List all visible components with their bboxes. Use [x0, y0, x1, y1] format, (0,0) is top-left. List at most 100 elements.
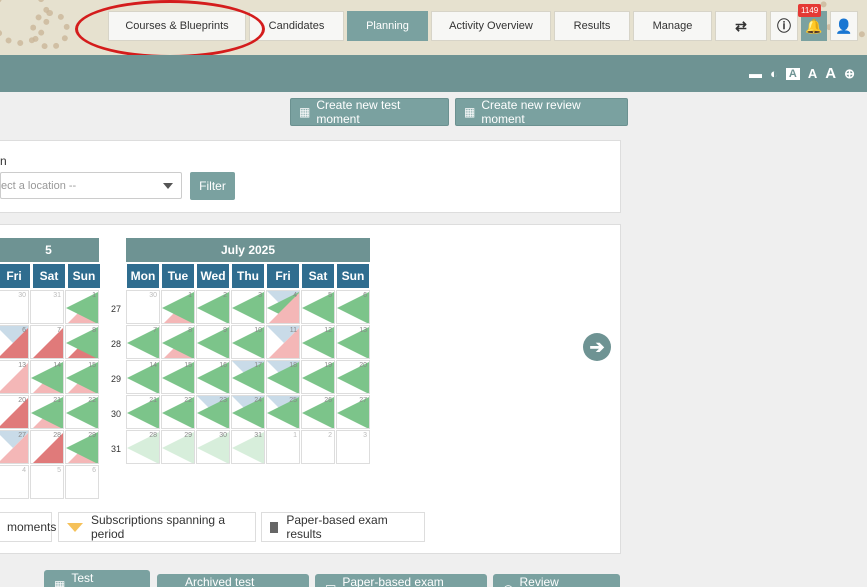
legend-label: Paper-based exam results — [286, 513, 388, 541]
font-large-icon[interactable]: A — [825, 65, 836, 82]
calendar-day-cell[interactable]: 5 — [301, 290, 335, 324]
calendar-day-cell[interactable]: 21 — [126, 395, 160, 429]
legend-label: Subscriptions spanning a period — [91, 513, 226, 541]
calendar-day-cell[interactable]: 9 — [196, 325, 230, 359]
day-number: 14 — [149, 362, 157, 369]
button-label: Create new test moment — [316, 98, 401, 126]
calendar-day-cell[interactable]: 31 — [231, 430, 265, 464]
tab-manage[interactable]: Manage — [633, 11, 712, 41]
calendar-day-cell[interactable]: 10 — [231, 325, 265, 359]
day-header: Fri — [0, 263, 31, 289]
calendar-day-cell[interactable]: 1 — [266, 430, 300, 464]
calendar-day-cell[interactable]: 17 — [231, 360, 265, 394]
calendar-day-cell[interactable]: 13 — [336, 325, 370, 359]
calendar-day-cell[interactable]: 15 — [65, 360, 99, 394]
day-number: 12 — [324, 327, 332, 334]
calendar-day-cell[interactable]: 19 — [301, 360, 335, 394]
tab-label: Test moments — [71, 571, 120, 587]
calendar-day-cell[interactable]: 11 — [266, 325, 300, 359]
calendar-day-cell[interactable]: 4 — [266, 290, 300, 324]
calendar-day-cell[interactable]: 22 — [161, 395, 195, 429]
tab-paper-based-results[interactable]: ▤ Paper-based exam results — [315, 574, 487, 587]
calendar-day-cell[interactable]: 20 — [0, 395, 29, 429]
day-header: Sat — [301, 263, 335, 289]
week-number: 27 — [111, 304, 122, 314]
select-placeholder: ect a location -- — [1, 179, 77, 192]
calendar-day-cell[interactable]: 6 — [336, 290, 370, 324]
calendar-day-cell[interactable]: 12 — [301, 325, 335, 359]
day-number: 16 — [219, 362, 227, 369]
calendar-day-cell[interactable]: 30 — [126, 290, 160, 324]
calendar-day-cell[interactable]: 28 — [126, 430, 160, 464]
legend-paper: Paper-based exam results — [261, 512, 425, 542]
tab-results[interactable]: Results — [554, 11, 630, 41]
create-test-moment-button[interactable]: ▦ Create new test moment — [290, 98, 449, 126]
day-number: 6 — [363, 292, 367, 299]
calendar-day-cell[interactable]: 13 — [0, 360, 29, 394]
filter-button[interactable]: Filter — [190, 172, 235, 200]
calendar-day-cell[interactable]: 7 — [126, 325, 160, 359]
legend-label: moments — [7, 520, 57, 534]
font-medium-icon[interactable]: A — [808, 66, 817, 81]
calendar-day-cell[interactable]: 4 — [0, 465, 29, 499]
calendar-day-cell[interactable]: 29 — [65, 430, 99, 464]
week-number: 31 — [111, 444, 122, 454]
calendar-day-cell[interactable]: 22 — [65, 395, 99, 429]
day-number: 29 — [88, 432, 96, 439]
tab-review-moments[interactable]: ◉ Review moments — [493, 574, 620, 587]
day-number: 13 — [359, 327, 367, 334]
calendar-day-cell[interactable]: 23 — [196, 395, 230, 429]
contrast-icon[interactable]: ◐ — [770, 66, 778, 81]
user-icon[interactable]: 👤 — [830, 11, 858, 41]
tab-archived-test-moments[interactable]: ▬ Archived test moments — [157, 574, 309, 587]
calendar-day-cell[interactable]: 24 — [231, 395, 265, 429]
calendar-day-cell[interactable]: 15 — [161, 360, 195, 394]
calendar-day-cell[interactable]: 3 — [231, 290, 265, 324]
calendar-day-cell[interactable]: 25 — [266, 395, 300, 429]
calendar-day-cell[interactable]: 31 — [30, 290, 64, 324]
calendar-day-cell[interactable]: 21 — [30, 395, 64, 429]
calendar-day-cell[interactable]: 26 — [301, 395, 335, 429]
day-number: 30 — [18, 292, 26, 299]
calendar-day-cell[interactable]: 20 — [336, 360, 370, 394]
location-select[interactable]: ect a location -- — [0, 172, 182, 199]
calendar-day-cell[interactable]: 1 — [65, 290, 99, 324]
laptop-icon[interactable]: ▬ — [749, 66, 762, 81]
day-number: 7 — [57, 327, 61, 334]
next-month-arrow-icon[interactable]: ➔ — [583, 333, 611, 361]
tab-test-moments[interactable]: ▦ Test moments — [44, 570, 150, 587]
calendar-day-cell[interactable]: 8 — [161, 325, 195, 359]
calendar-day-cell[interactable]: 7 — [30, 325, 64, 359]
calendar-day-cell[interactable]: 29 — [161, 430, 195, 464]
week-number: 30 — [111, 409, 122, 419]
calendar-day-cell[interactable]: 30 — [0, 290, 29, 324]
font-small-icon[interactable]: A — [785, 67, 800, 80]
calendar-day-cell[interactable]: 2 — [301, 430, 335, 464]
calendar-day-cell[interactable]: 27 — [336, 395, 370, 429]
calendar-day-cell[interactable]: 6 — [0, 325, 29, 359]
calendar-day-cell[interactable]: 2 — [196, 290, 230, 324]
calendar-day-cell[interactable]: 5 — [30, 465, 64, 499]
globe-icon[interactable]: ⊕ — [844, 66, 855, 82]
switch-icon[interactable]: ⇄ — [715, 11, 767, 41]
calendar-day-cell[interactable]: 6 — [65, 465, 99, 499]
legend-spanning: Subscriptions spanning a period — [58, 512, 256, 542]
calendar-day-cell[interactable]: 16 — [196, 360, 230, 394]
calendar-day-cell[interactable]: 28 — [30, 430, 64, 464]
calendar-day-cell[interactable]: 8 — [65, 325, 99, 359]
calendar-day-cell[interactable]: 18 — [266, 360, 300, 394]
calendar-day-cell[interactable]: 27 — [0, 430, 29, 464]
calendar-icon: ▦ — [299, 105, 311, 119]
calendar-day-cell[interactable]: 14 — [126, 360, 160, 394]
day-number: 26 — [324, 397, 332, 404]
day-number: 4 — [293, 292, 297, 299]
day-header: Sat — [32, 263, 66, 289]
calendar-day-cell[interactable]: 14 — [30, 360, 64, 394]
calendar-day-cell[interactable]: 3 — [336, 430, 370, 464]
tab-activity-overview[interactable]: Activity Overview — [431, 11, 551, 41]
create-review-moment-button[interactable]: ▦ Create new review moment — [455, 98, 628, 126]
info-icon[interactable]: ⓘ — [770, 11, 798, 41]
calendar-day-cell[interactable]: 1 — [161, 290, 195, 324]
calendar-day-cell[interactable]: 30 — [196, 430, 230, 464]
tab-planning[interactable]: Planning — [347, 11, 428, 41]
